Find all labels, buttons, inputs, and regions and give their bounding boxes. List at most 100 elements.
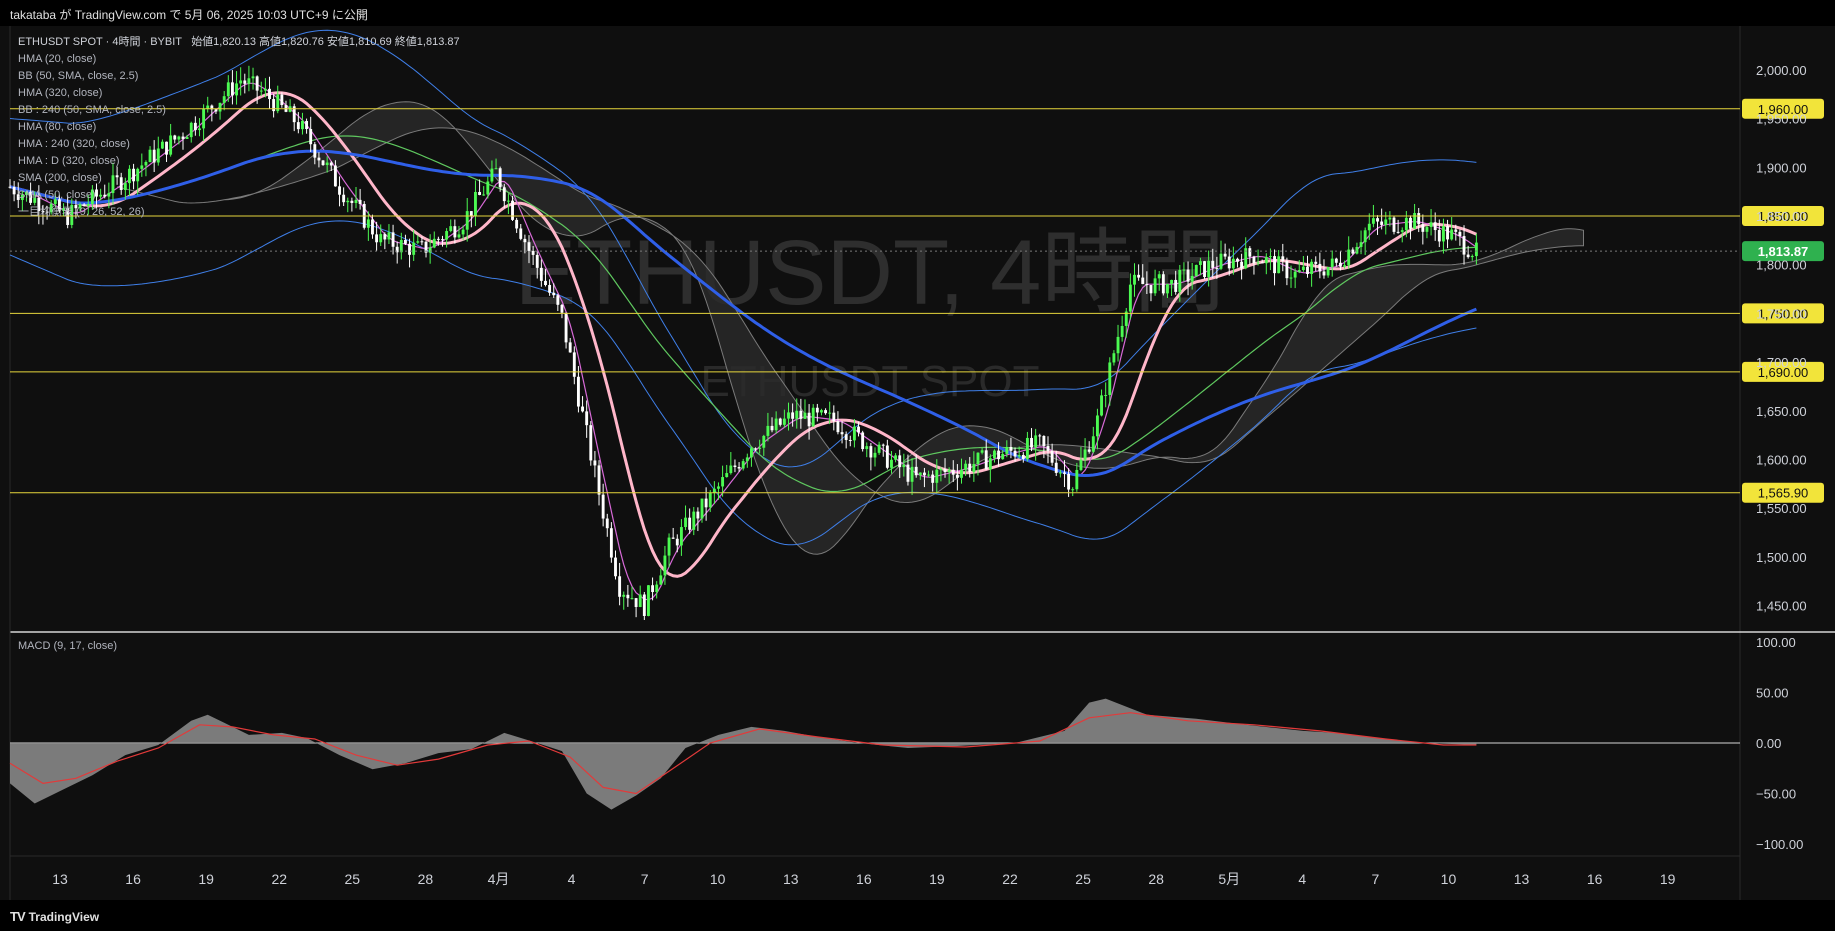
time-tick-label: 7 — [1371, 871, 1379, 887]
candle-body — [486, 181, 490, 195]
candle-body — [960, 469, 963, 478]
candle-body — [782, 418, 786, 425]
candle-body — [939, 469, 943, 471]
time-tick-label: 22 — [271, 871, 287, 887]
candle-body — [890, 459, 893, 468]
candle-body — [972, 464, 976, 472]
candle-body — [535, 254, 539, 268]
candle-body — [642, 594, 646, 616]
candle-body — [1326, 267, 1330, 276]
candle-body — [1400, 230, 1404, 232]
candle-body — [1058, 472, 1062, 474]
candle-body — [490, 168, 494, 182]
candle-body — [1157, 274, 1161, 279]
candle-body — [568, 342, 572, 353]
candle-body — [947, 469, 951, 473]
candle-body — [976, 452, 980, 465]
brand-text: TradingView — [28, 910, 100, 924]
candle-body — [1330, 258, 1334, 268]
legend-indicator[interactable]: HMA : 240 (320, close) — [18, 136, 460, 153]
candle-body — [717, 486, 720, 489]
candle-body — [478, 191, 482, 195]
candle-body — [667, 537, 671, 556]
candle-body — [1095, 415, 1099, 437]
candle-body — [1211, 260, 1215, 268]
price-tick-label: 1,500.00 — [1756, 550, 1807, 565]
time-tick-label: 22 — [1002, 871, 1018, 887]
candle-body — [1215, 267, 1219, 269]
time-tick-label: 28 — [1148, 871, 1164, 887]
candle-body — [824, 410, 828, 414]
candle-body — [1133, 274, 1136, 285]
price-tick-label: 1,450.00 — [1756, 599, 1807, 614]
candle-body — [733, 465, 737, 467]
candle-body — [852, 426, 856, 441]
candle-body — [1021, 454, 1025, 459]
candle-body — [1376, 218, 1379, 222]
legend-indicator[interactable]: HMA (20, close) — [18, 51, 460, 68]
candle-body — [1207, 260, 1211, 278]
candle-body — [1429, 222, 1433, 228]
candle-body — [1178, 269, 1182, 292]
candle-body — [1289, 277, 1293, 279]
candle-body — [675, 538, 679, 546]
candle-body — [581, 406, 584, 412]
candle-body — [515, 219, 519, 229]
candle-body — [1264, 256, 1268, 264]
legend-indicator[interactable]: BB : 240 (50, SMA, close, 2.5) — [18, 102, 460, 119]
candle-body — [634, 598, 638, 608]
candle-body — [379, 234, 383, 243]
candle-body — [441, 239, 444, 241]
publish-bar: takataba が TradingView.com で 5月 06, 2025… — [0, 0, 1835, 27]
candle-body — [918, 472, 922, 476]
candle-body — [1421, 224, 1425, 232]
candle-body — [820, 410, 823, 413]
candle-body — [684, 517, 687, 528]
candle-body — [968, 463, 972, 472]
tradingview-logo[interactable]: TV TradingView — [10, 909, 99, 924]
macd-tick-label: 50.00 — [1756, 686, 1789, 701]
candle-body — [1116, 336, 1120, 354]
candle-body — [1392, 217, 1396, 232]
legend-indicator[interactable]: BB (50, SMA, close, 2.5) — [18, 68, 460, 85]
candle-body — [1141, 277, 1145, 284]
macd-label[interactable]: MACD (9, 17, close) — [18, 640, 117, 652]
candle-body — [1067, 473, 1071, 490]
macd-tick-label: −50.00 — [1756, 786, 1796, 801]
candle-body — [502, 187, 506, 202]
legend-indicator[interactable]: SMA (50, close) — [18, 187, 460, 204]
candle-body — [436, 238, 440, 240]
candle-body — [375, 234, 379, 243]
candle-body — [618, 576, 622, 597]
candle-body — [1079, 459, 1083, 470]
macd-tick-label: 0.00 — [1756, 736, 1781, 751]
candle-body — [774, 418, 778, 431]
candle-body — [1186, 269, 1190, 282]
candle-body — [931, 474, 935, 483]
candle-body — [1063, 472, 1066, 474]
time-tick-label: 10 — [710, 871, 726, 887]
legend-indicator[interactable]: HMA (320, close) — [18, 85, 460, 102]
legend-indicator[interactable]: 一目均衡表 (9, 26, 52, 26) — [18, 204, 460, 221]
candle-body — [1293, 271, 1297, 278]
candle-body — [815, 407, 819, 413]
candle-body — [1404, 217, 1408, 231]
legend-indicator[interactable]: SMA (200, close) — [18, 170, 460, 187]
candle-body — [679, 527, 683, 546]
candle-body — [663, 555, 667, 576]
candle-body — [762, 435, 766, 448]
chart-legend: ETHUSDT SPOT · 4時間 · BYBIT 始値1,820.13 高値… — [18, 34, 460, 221]
legend-indicator[interactable]: HMA : D (320, close) — [18, 153, 460, 170]
candle-body — [1174, 279, 1178, 292]
candle-body — [1454, 229, 1458, 232]
candle-body — [494, 168, 498, 170]
candle-body — [1100, 395, 1103, 416]
candle-body — [556, 295, 560, 305]
candle-body — [988, 458, 992, 470]
candle-body — [614, 557, 617, 577]
legend-indicator[interactable]: HMA (80, close) — [18, 119, 460, 136]
candle-body — [1166, 283, 1169, 294]
candle-body — [1054, 462, 1058, 473]
candle-body — [836, 421, 840, 433]
candle-body — [474, 191, 477, 216]
